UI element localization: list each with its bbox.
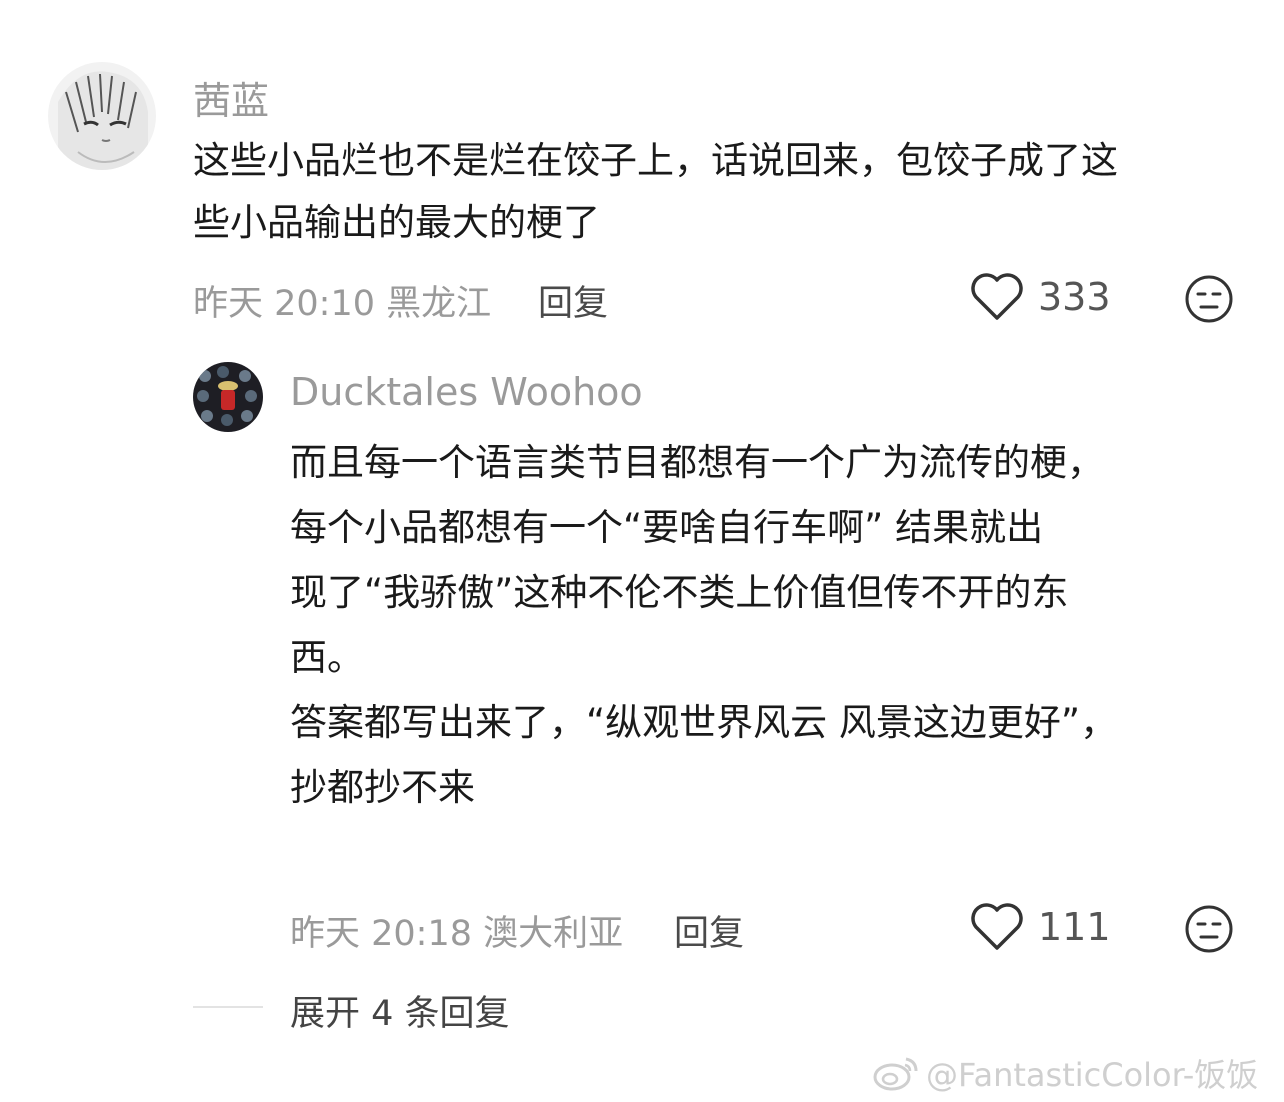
comment-content-line: 西。 [290, 636, 364, 679]
heart-outline-icon [971, 903, 1023, 950]
heart-outline-icon [971, 273, 1023, 320]
like-button[interactable]: 111 [970, 902, 1111, 952]
like-count: 333 [1038, 275, 1111, 319]
avatar[interactable] [48, 62, 156, 170]
comment-content: 这些小品烂也不是烂在饺子上，话说回来，包饺子成了这 些小品输出的最大的梗了 [193, 130, 1118, 254]
expand-divider [193, 1006, 263, 1008]
avatar[interactable] [193, 362, 263, 432]
comment-time: 昨天 20:18 [290, 914, 472, 954]
dislike-button[interactable] [1184, 904, 1234, 958]
comment-content-line: 每个小品都想有一个“要啥自行车啊” 结果就出 [290, 506, 1044, 549]
comment-location: 黑龙江 [386, 284, 492, 324]
watermark: @FantasticColor-饭饭 [872, 1050, 1258, 1096]
like-count: 111 [1038, 905, 1111, 949]
reply-button[interactable]: 回复 [674, 905, 744, 956]
dislike-button[interactable] [1184, 274, 1234, 328]
expand-replies-button[interactable]: 展开 4 条回复 [290, 985, 510, 1036]
comment-location: 澳大利亚 [483, 914, 624, 954]
comment-content-line: 些小品输出的最大的梗了 [193, 201, 600, 244]
like-button[interactable]: 333 [970, 272, 1111, 322]
comment-time: 昨天 20:10 [193, 284, 375, 324]
comment-content-line: 抄都抄不来 [290, 766, 475, 809]
comment-meta: 昨天 20:10 黑龙江 [193, 275, 491, 326]
comment-content-line: 答案都写出来了，“纵观世界风云 风景这边更好”， [290, 701, 1118, 744]
comment-content-line: 现了“我骄傲”这种不伦不类上价值但传不开的东 [290, 571, 1069, 614]
comment-content: 而且每一个语言类节目都想有一个广为流传的梗， 每个小品都想有一个“要啥自行车啊”… [290, 430, 1117, 820]
comment-content-line: 这些小品烂也不是烂在饺子上，话说回来，包饺子成了这 [193, 139, 1118, 182]
comment-content-line: 而且每一个语言类节目都想有一个广为流传的梗， [290, 441, 1104, 484]
reply-button[interactable]: 回复 [538, 275, 608, 326]
comment-meta: 昨天 20:18 澳大利亚 [290, 905, 623, 956]
comment-username[interactable]: 茜蓝 [193, 70, 269, 125]
pattern-avatar-icon [193, 362, 263, 432]
unamused-face-icon [1185, 905, 1233, 953]
watermark-text: @FantasticColor-饭饭 [926, 1056, 1259, 1094]
weibo-logo-icon [873, 1057, 918, 1091]
unamused-face-icon [1185, 275, 1233, 323]
anime-avatar-icon [48, 62, 156, 170]
comment-username[interactable]: Ducktales Woohoo [290, 370, 643, 414]
